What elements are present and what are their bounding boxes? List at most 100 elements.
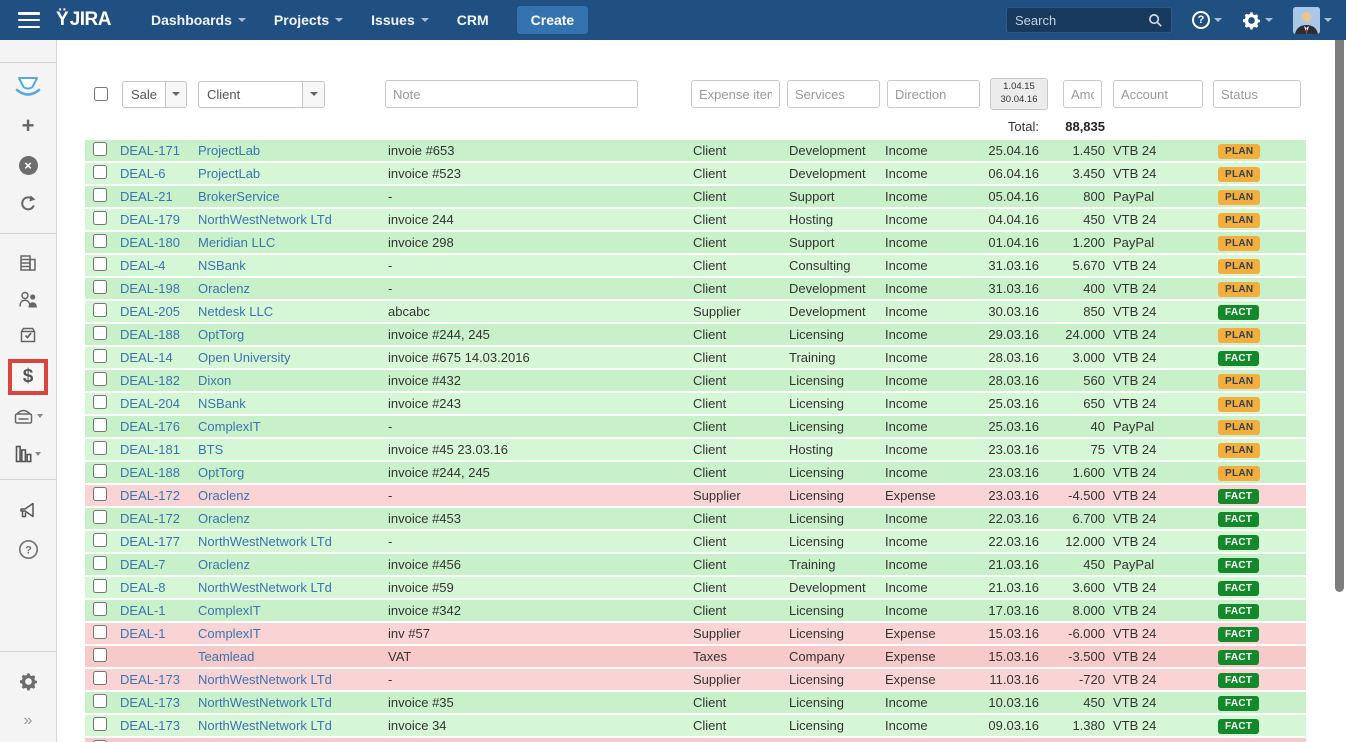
deal-key-link[interactable]: DEAL-172	[120, 488, 180, 503]
row-checkbox[interactable]	[93, 211, 107, 225]
company-link[interactable]: ComplexIT	[198, 603, 261, 618]
company-link[interactable]: NorthWestNetwork LTd	[198, 580, 332, 595]
status-badge[interactable]: PLAN	[1218, 374, 1260, 389]
deal-key-link[interactable]: DEAL-8	[120, 580, 166, 595]
status-filter-input[interactable]	[1213, 80, 1301, 108]
expense-items-filter-input[interactable]	[691, 80, 780, 108]
user-menu[interactable]	[1293, 7, 1332, 34]
transactions-icon[interactable]: $	[8, 357, 48, 397]
company-link[interactable]: Netdesk LLC	[198, 304, 273, 319]
status-badge[interactable]: PLAN	[1218, 466, 1260, 481]
amount-filter-input[interactable]	[1063, 80, 1102, 108]
deal-key-link[interactable]: DEAL-177	[120, 534, 180, 549]
row-checkbox[interactable]	[93, 441, 107, 455]
row-checkbox[interactable]	[93, 395, 107, 409]
row-checkbox[interactable]	[93, 257, 107, 271]
search-box[interactable]	[1006, 7, 1172, 33]
sale-filter-dropdown[interactable]: Sale	[122, 81, 187, 108]
print-icon[interactable]	[8, 401, 48, 431]
deal-key-link[interactable]: DEAL-188	[120, 327, 180, 342]
status-badge[interactable]: FACT	[1218, 558, 1259, 573]
company-link[interactable]: Open University	[198, 350, 290, 365]
status-badge[interactable]: PLAN	[1218, 328, 1260, 343]
dropdown-arrow-button[interactable]	[165, 82, 186, 107]
row-checkbox[interactable]	[93, 349, 107, 363]
search-icon[interactable]	[1148, 13, 1163, 28]
deal-key-link[interactable]: DEAL-1	[120, 626, 166, 641]
company-link[interactable]: NorthWestNetwork LTd	[198, 718, 332, 733]
select-all-checkbox[interactable]	[94, 87, 108, 101]
status-badge[interactable]: PLAN	[1218, 397, 1260, 412]
status-badge[interactable]: FACT	[1218, 512, 1259, 527]
help-icon[interactable]: ?	[8, 534, 48, 564]
status-badge[interactable]: PLAN	[1218, 144, 1260, 159]
status-badge[interactable]: FACT	[1218, 719, 1259, 734]
menu-issues[interactable]: Issues	[357, 0, 443, 40]
row-checkbox[interactable]	[93, 510, 107, 524]
vertical-scrollbar-track[interactable]	[1334, 40, 1346, 742]
company-link[interactable]: Teamlead	[198, 649, 254, 664]
admin-menu[interactable]	[1242, 11, 1273, 30]
status-badge[interactable]: FACT	[1218, 535, 1259, 550]
deal-key-link[interactable]: DEAL-173	[120, 695, 180, 710]
deal-key-link[interactable]: DEAL-7	[120, 557, 166, 572]
deal-key-link[interactable]: DEAL-21	[120, 189, 173, 204]
company-link[interactable]: NSBank	[198, 258, 246, 273]
status-badge[interactable]: PLAN	[1218, 190, 1260, 205]
row-checkbox[interactable]	[93, 556, 107, 570]
vertical-scrollbar-thumb[interactable]	[1335, 40, 1344, 592]
company-link[interactable]: OptTorg	[198, 327, 244, 342]
deal-key-link[interactable]: DEAL-4	[120, 258, 166, 273]
company-link[interactable]: NorthWestNetwork LTd	[198, 534, 332, 549]
row-checkbox[interactable]	[93, 372, 107, 386]
status-badge[interactable]: FACT	[1218, 489, 1259, 504]
deal-key-link[interactable]: DEAL-172	[120, 511, 180, 526]
menu-crm[interactable]: CRM	[443, 0, 503, 40]
company-link[interactable]: Meridian LLC	[198, 235, 275, 250]
company-link[interactable]: BTS	[198, 442, 223, 457]
row-checkbox[interactable]	[93, 487, 107, 501]
deal-key-link[interactable]: DEAL-173	[120, 672, 180, 687]
company-link[interactable]: ComplexIT	[198, 626, 261, 641]
deal-key-link[interactable]: DEAL-204	[120, 396, 180, 411]
company-link[interactable]: NorthWestNetwork LTd	[198, 672, 332, 687]
deal-key-link[interactable]: DEAL-176	[120, 419, 180, 434]
deal-key-link[interactable]: DEAL-1	[120, 603, 166, 618]
company-link[interactable]: Oraclenz	[198, 557, 250, 572]
company-link[interactable]: Oraclenz	[198, 511, 250, 526]
deal-key-link[interactable]: DEAL-173	[120, 718, 180, 733]
row-checkbox[interactable]	[93, 579, 107, 593]
company-link[interactable]: NorthWestNetwork LTd	[198, 212, 332, 227]
expand-sidebar-icon[interactable]: »	[8, 706, 48, 736]
jira-logo[interactable]: Ÿ JIRA	[56, 9, 111, 31]
deal-key-link[interactable]: DEAL-6	[120, 166, 166, 181]
row-checkbox[interactable]	[93, 280, 107, 294]
status-badge[interactable]: FACT	[1218, 627, 1259, 642]
note-filter-input[interactable]	[385, 80, 638, 108]
status-badge[interactable]: PLAN	[1218, 443, 1260, 458]
menu-dashboards[interactable]: Dashboards	[137, 0, 260, 40]
services-filter-input[interactable]	[787, 80, 880, 108]
row-checkbox[interactable]	[93, 602, 107, 616]
deal-key-link[interactable]: DEAL-179	[120, 212, 180, 227]
deal-key-link[interactable]: DEAL-205	[120, 304, 180, 319]
refresh-icon[interactable]	[8, 189, 48, 219]
row-checkbox[interactable]	[93, 303, 107, 317]
products-icon[interactable]	[8, 320, 48, 350]
row-checkbox[interactable]	[93, 648, 107, 662]
row-checkbox[interactable]	[93, 717, 107, 731]
deal-key-link[interactable]: DEAL-14	[120, 350, 173, 365]
help-menu[interactable]: ?	[1192, 11, 1222, 29]
deal-key-link[interactable]: DEAL-171	[120, 143, 180, 158]
menu-projects[interactable]: Projects	[260, 0, 357, 40]
status-badge[interactable]: FACT	[1218, 650, 1259, 665]
row-checkbox[interactable]	[93, 165, 107, 179]
row-checkbox[interactable]	[93, 694, 107, 708]
companies-icon[interactable]	[8, 248, 48, 278]
company-link[interactable]: ProjectLab	[198, 143, 260, 158]
deal-key-link[interactable]: DEAL-188	[120, 465, 180, 480]
status-badge[interactable]: FACT	[1218, 351, 1259, 366]
status-badge[interactable]: PLAN	[1218, 236, 1260, 251]
add-icon[interactable]: +	[8, 111, 48, 141]
announcement-icon[interactable]	[8, 496, 48, 526]
